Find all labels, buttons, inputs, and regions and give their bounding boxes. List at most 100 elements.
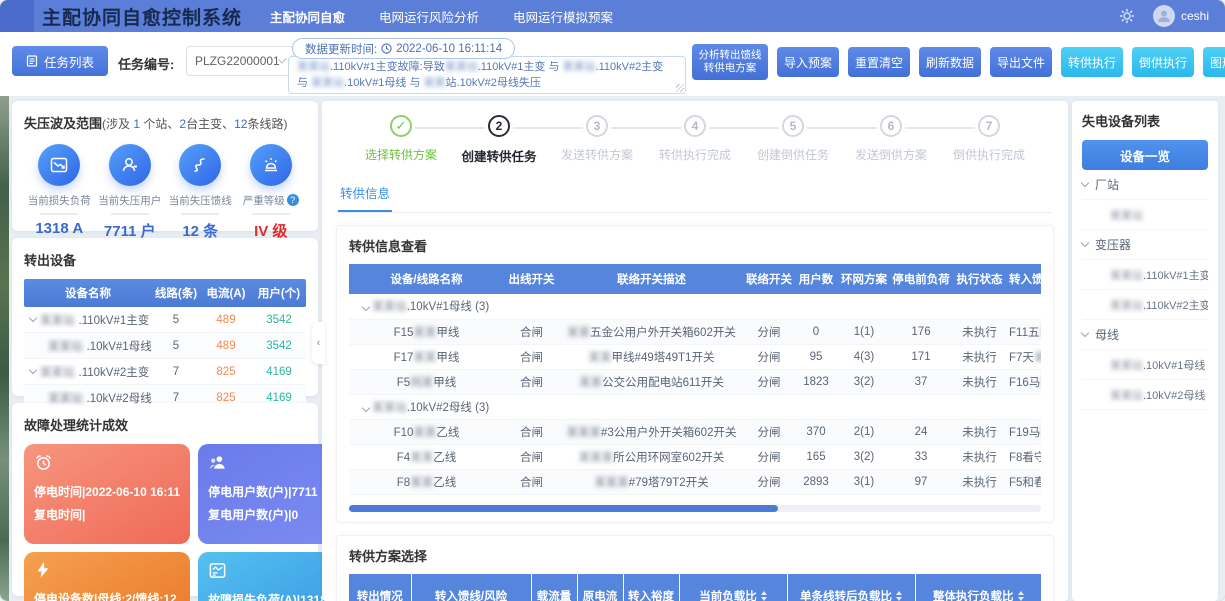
device-overview-header[interactable]: 设备一览	[1082, 140, 1208, 170]
transfer-out-devices-card: 转出设备 设备名称 线路(条) 电流(A) 用户(个) 某某站.110kV#1主…	[12, 238, 318, 396]
table-row[interactable]: F10某某乙线 合闸 某某某#3公用户外开关箱602开关 分闸 370 2(1)…	[349, 419, 1041, 444]
task-no-label: 任务编号:	[118, 54, 174, 73]
step-send-backfeed-plan: 6发送倒供方案	[842, 115, 940, 165]
caret-down-icon[interactable]	[362, 403, 370, 411]
tab-transfer-info[interactable]: 转供信息	[338, 179, 392, 212]
data-update-time: 数据更新时间: 2022-06-10 16:11:14	[292, 38, 515, 59]
table-row[interactable]: F8某某乙线 合闸 某某某#79塔79T2开关 分闸 2893 3(1) 97 …	[349, 469, 1041, 494]
group-row[interactable]: 某某站.10kV#1母线 (3)	[349, 294, 1041, 319]
scrollbar-thumb[interactable]	[349, 505, 778, 512]
outage-time-card: 停电时间|2022-06-10 16:11 复电时间|	[24, 444, 190, 544]
resize-grip[interactable]	[676, 84, 684, 92]
center-panel: ✓选择转供方案 2创建转供任务 3发送转供方案 4转供执行完成 5创建倒供任务 …	[322, 101, 1068, 601]
nav-item-self-heal[interactable]: 主配协同自愈	[270, 7, 345, 26]
transfer-info-view-title: 转供信息查看	[349, 236, 1041, 255]
transfer-plan-table: 转出情况 转入馈线/风险 载流量 原电流 转入裕度 当前负载比 单条线转后负载比…	[349, 574, 1041, 601]
analyze-transfer-plan-button[interactable]: 分析转出馈线转供电方案	[692, 44, 768, 80]
caret-down-icon[interactable]	[29, 314, 37, 322]
graphic-analysis-button[interactable]: 图形分析	[1203, 47, 1225, 77]
tree-item-transformer-2[interactable]: 某某站.110kV#2主变	[1082, 290, 1208, 320]
nav-item-simulation[interactable]: 电网运行模拟预案	[513, 7, 613, 26]
stat-lost-feeders: 当前失压馈线 12 条	[165, 144, 236, 241]
back-feed-execute-button[interactable]: 倒供执行	[1132, 47, 1194, 77]
logo-block	[0, 0, 34, 32]
caret-down-icon	[1081, 179, 1089, 187]
nav-item-risk-analysis[interactable]: 电网运行风险分析	[379, 7, 479, 26]
fault-load-card: 故障损失负荷(A)|1318 故障恢复负荷(A)|0	[198, 552, 337, 601]
tree-item-busbar-2[interactable]: 某某站.10kV#2母线	[1082, 380, 1208, 410]
outage-devices-card: 停电设备数|母线:2/馈线:12 复电设备数|母线:0/馈线:0	[24, 552, 190, 601]
user-menu[interactable]: ceshi	[1153, 5, 1209, 27]
export-file-button[interactable]: 导出文件	[990, 47, 1052, 77]
stat-lost-users: 当前失压用户 7711 户	[95, 144, 166, 241]
stat-lost-load: 当前损失负荷 1318 A	[24, 144, 95, 241]
group-row[interactable]: 某某站.10kV#2母线 (3)	[349, 394, 1041, 419]
transfer-info-table: 设备/线路名称出线开关联络开关描述联络开关用户数环网方案停电前负荷执行状态转入馈…	[349, 264, 1041, 495]
alarm-lamp-icon	[261, 155, 281, 175]
collapse-left-panel-button[interactable]: ‹	[312, 322, 325, 364]
table-row[interactable]: F17某某甲线 合闸 某某甲线#49塔49T1开关 分闸 95 4(3) 171…	[349, 344, 1041, 369]
refresh-data-button[interactable]: 刷新数据	[919, 47, 981, 77]
sort-icon[interactable]	[1018, 591, 1024, 601]
transfer-plan-select-title: 转供方案选择	[349, 546, 1041, 565]
username: ceshi	[1181, 9, 1209, 23]
tree-section-transformer[interactable]: 变压器	[1082, 230, 1208, 260]
table-row[interactable]: 某某站.110kV#2主变 7 825 4169	[24, 359, 306, 385]
step-create-backfeed-task: 5创建倒供任务	[744, 115, 842, 165]
feeder-line-icon	[190, 155, 210, 175]
caret-down-icon[interactable]	[362, 303, 370, 311]
import-plan-button[interactable]: 导入预案	[777, 47, 839, 77]
chart-decline-icon	[49, 155, 69, 175]
fault-stats-title: 故障处理统计成效	[24, 415, 306, 434]
fault-description-input[interactable]: 某某站.110kV#1主变故障:导致某某站.110kV#1主变 与 某某站.11…	[288, 56, 686, 94]
alarm-clock-icon	[34, 453, 53, 472]
reset-clear-button[interactable]: 重置清空	[848, 47, 910, 77]
tree-item-station[interactable]: 某某站	[1082, 200, 1208, 230]
task-list-button[interactable]: 任务列表	[12, 46, 108, 76]
tree-item-transformer-1[interactable]: 某某站.110kV#1主变	[1082, 260, 1208, 290]
redacted-text: 某某站	[297, 61, 330, 73]
outage-users-card: 停电用户数(户)|7711 复电用户数(户)|0	[198, 444, 337, 544]
help-icon[interactable]: ?	[287, 194, 299, 206]
redacted-text: 某某站	[311, 77, 344, 89]
avatar	[1153, 5, 1175, 27]
bolt-icon	[34, 561, 52, 579]
transfer-plan-select-card: 转供方案选择 转出情况 转入馈线/风险 载流量 原电流 转入裕度 当前负载比 单…	[336, 535, 1054, 601]
transfer-out-table: 设备名称 线路(条) 电流(A) 用户(个) 某某站.110kV#1主变 5 4…	[24, 279, 306, 411]
impact-title: 失压波及范围(涉及 1 个站、2台主变、12条线路)	[24, 113, 306, 132]
app-title: 主配协同自愈控制系统	[42, 3, 242, 30]
sort-icon[interactable]	[896, 591, 902, 601]
transfer-info-view-card: 转供信息查看 设备/线路名称出线开关联络开关描述联络开关用户数环网方案停电前负荷…	[336, 225, 1054, 523]
caret-down-icon	[1081, 329, 1089, 337]
caret-down-icon[interactable]	[29, 366, 37, 374]
step-create-task: 2创建转供任务	[450, 115, 548, 165]
toolbar: 任务列表 任务编号: PLZG22000001 数据更新时间: 2022-06-…	[0, 32, 1225, 96]
task-no-select[interactable]: PLZG22000001	[186, 46, 294, 76]
person-icon	[1156, 8, 1172, 24]
redacted-text: 某某	[424, 77, 446, 89]
users-icon	[208, 453, 227, 472]
process-stepper: ✓选择转供方案 2创建转供任务 3发送转供方案 4转供执行完成 5创建倒供任务 …	[322, 101, 1068, 165]
clock-icon	[381, 43, 392, 54]
stat-severity: 严重等级? IV 级	[236, 144, 307, 241]
transfer-execute-button[interactable]: 转供执行	[1061, 47, 1123, 77]
step-transfer-done: 4转供执行完成	[646, 115, 744, 165]
redacted-text: 某某站	[563, 61, 596, 73]
tree-section-busbar[interactable]: 母线	[1082, 320, 1208, 350]
table-row[interactable]: F15某某甲线 合闸 某某五金公用户外开关箱602开关 分闸 0 1(1) 17…	[349, 319, 1041, 344]
gear-icon[interactable]	[1119, 8, 1135, 24]
step-select-plan: ✓选择转供方案	[352, 115, 450, 165]
tree-item-busbar-1[interactable]: 某某站.10kV#1母线	[1082, 350, 1208, 380]
table-row[interactable]: 某某站.110kV#1主变 5 489 3542	[24, 307, 306, 333]
fault-stats-card: 故障处理统计成效 停电时间|2022-06-10 16:11 复电时间| 停电用…	[12, 403, 318, 596]
table-row[interactable]: 某某站.10kV#1母线 5 489 3542	[24, 333, 306, 359]
tree-section-station[interactable]: 厂站	[1082, 170, 1208, 200]
table-row[interactable]: F5网某甲线 合闸 某某公交公用配电站611开关 分闸 1823 3(2) 37…	[349, 369, 1041, 394]
user-icon	[120, 155, 140, 175]
horizontal-scrollbar[interactable]	[349, 505, 1041, 512]
impact-scope-card: 失压波及范围(涉及 1 个站、2台主变、12条线路) 当前损失负荷 1318 A…	[12, 101, 318, 231]
desktop-background-strip	[0, 96, 9, 601]
table-row[interactable]: F4某某乙线 合闸 某某某所公用环网室602开关 分闸 165 3(2) 33 …	[349, 444, 1041, 469]
step-backfeed-done: 7倒供执行完成	[940, 115, 1038, 165]
sort-icon[interactable]	[761, 591, 767, 601]
